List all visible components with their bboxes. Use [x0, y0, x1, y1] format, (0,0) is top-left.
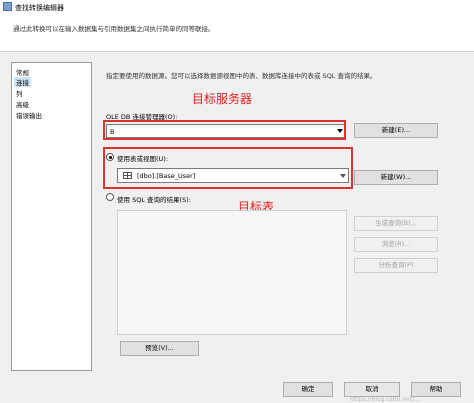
browse-button[interactable]: 浏览(R)...	[354, 237, 438, 252]
annotation-box-server	[103, 120, 346, 140]
header-description-area	[0, 14, 474, 52]
use-sql-radio[interactable]	[106, 193, 114, 201]
nav-item-advanced[interactable]: 高级	[16, 99, 29, 109]
sql-query-textarea[interactable]	[117, 210, 347, 335]
preview-button[interactable]: 预览(V)...	[120, 341, 199, 356]
help-button[interactable]: 帮助	[411, 382, 461, 397]
new-connection-button[interactable]: 新建(E)...	[354, 123, 438, 138]
nav-item-error-output[interactable]: 错误输出	[16, 110, 42, 120]
nav-item-general[interactable]: 常规	[16, 67, 29, 77]
table-value: [dbo].[Base_User]	[137, 172, 196, 180]
header-description: 通过此转换可以在输入数据集与引用数据集之间执行简单的同等联接。	[13, 25, 215, 33]
parse-query-button[interactable]: 分析查询(P)	[354, 258, 438, 273]
annotation-target-server: 目标服务器	[192, 92, 253, 106]
build-query-button[interactable]: 生成查询(B)...	[354, 216, 438, 231]
table-combo[interactable]: [dbo].[Base_User]	[117, 168, 349, 183]
nav-item-connection[interactable]: 连接	[14, 77, 31, 87]
use-table-radio[interactable]	[106, 153, 114, 161]
chevron-down-icon[interactable]	[340, 174, 346, 178]
title-bar: 查找转换编辑器	[0, 0, 474, 14]
nav-item-columns[interactable]: 列	[16, 88, 23, 98]
app-icon	[3, 2, 12, 11]
nav-panel: 常规 连接 列 高级 错误输出	[11, 62, 92, 371]
new-table-button[interactable]: 新建(W)...	[354, 170, 438, 185]
use-sql-label: 使用 SQL 查询的结果(S):	[117, 196, 191, 204]
watermark: https://blog.csdn.net/...	[350, 396, 420, 403]
table-icon	[123, 172, 132, 179]
window-title: 查找转换编辑器	[15, 4, 64, 12]
use-table-label: 使用表或视图(U):	[117, 155, 169, 163]
section-description: 指定要使用的数据源。您可以选择数据源视图中的表、数据库连接中的表或 SQL 查询…	[106, 72, 377, 80]
cancel-button[interactable]: 取消	[344, 382, 400, 397]
ok-button[interactable]: 确定	[283, 382, 333, 397]
